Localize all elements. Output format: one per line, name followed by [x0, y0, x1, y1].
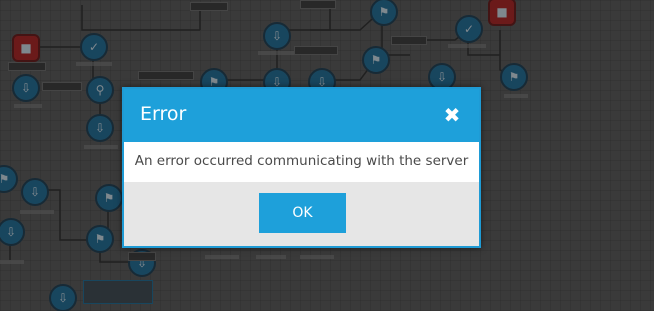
dialog-header: Error ✖	[124, 89, 479, 142]
error-message: An error occurred communicating with the…	[134, 153, 469, 169]
close-icon[interactable]: ✖	[439, 102, 465, 128]
dialog-footer: OK	[124, 182, 479, 246]
ok-button[interactable]: OK	[259, 193, 346, 233]
workflow-canvas: ■ ✓ ⇩ ⚲ ⇩ ⇩ ⚑ ✓ ■ ⚑ ⇩ ⇩ ⚑ ⇩ ⚑ ⚑ ⇩ ⚑ ⇩ ⚑ …	[0, 0, 654, 311]
dialog-body: An error occurred communicating with the…	[124, 142, 479, 182]
error-dialog: Error ✖ An error occurred communicating …	[122, 87, 481, 248]
dialog-title: Error	[140, 103, 187, 125]
